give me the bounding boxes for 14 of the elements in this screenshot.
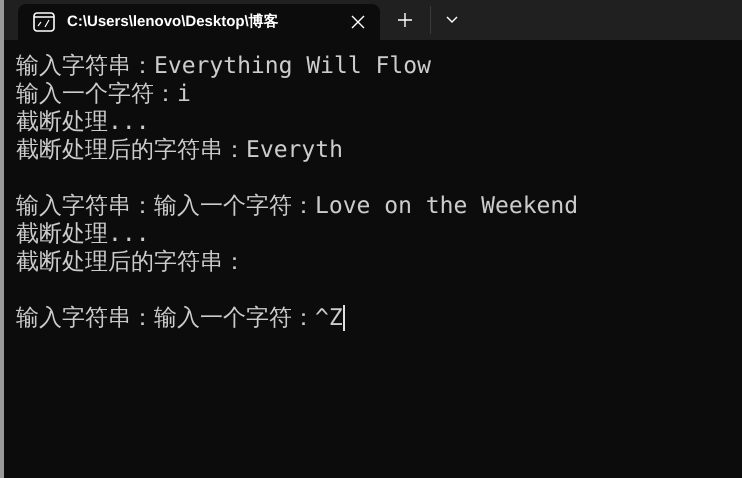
new-tab-icon[interactable]: [397, 12, 413, 28]
dropdown-caret-icon[interactable]: [446, 16, 458, 24]
terminal-line: 截断处理...: [16, 108, 150, 136]
tab[interactable]: C:\Users\lenovo\Desktop\博客: [18, 4, 380, 40]
terminal-line: 截断处理后的字符串：: [16, 248, 246, 276]
terminal-line: 输入一个字符：i: [16, 80, 191, 108]
terminal-line: 输入字符串：输入一个字符：^Z: [16, 304, 343, 332]
terminal-line: 输入字符串：输入一个字符：Love on the Weekend: [16, 192, 578, 220]
terminal-icon: [33, 12, 55, 32]
terminal-line: 截断处理后的字符串：Everyth: [16, 136, 343, 164]
terminal-line: 截断处理...: [16, 220, 150, 248]
tab-title: C:\Users\lenovo\Desktop\博客: [67, 12, 280, 32]
terminal-line: 输入字符串：Everything Will Flow: [16, 52, 431, 80]
close-icon[interactable]: [351, 15, 365, 29]
